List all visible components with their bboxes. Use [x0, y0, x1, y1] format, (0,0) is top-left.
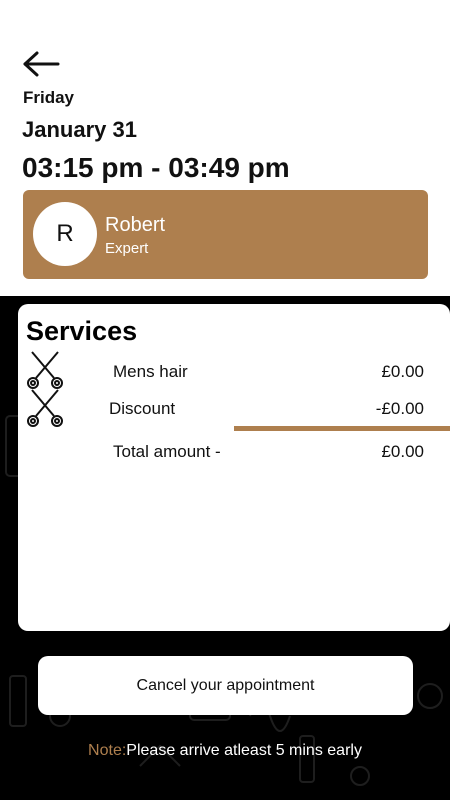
back-button[interactable]: [22, 50, 62, 78]
services-title: Services: [26, 316, 138, 346]
stylist-name: Robert: [105, 214, 166, 236]
discount-value: -£0.00: [375, 399, 424, 418]
discount-label: Discount: [109, 399, 176, 418]
note: Note:Please arrive atleast 5 mins early: [0, 742, 450, 760]
note-text: Please arrive atleast 5 mins early: [126, 742, 362, 759]
total-label: Total amount -: [113, 442, 221, 461]
note-label: Note:: [88, 742, 127, 759]
stylist-role: Expert: [105, 240, 149, 257]
services-card: Services Mens hair £0.00 Discount -£0.00…: [18, 304, 450, 631]
scissors-icon: [27, 389, 63, 427]
total-divider: [234, 426, 450, 431]
appointment-header: Friday January 31 03:15 pm - 03:49 pm R …: [0, 0, 450, 296]
scissors-icon: [27, 351, 63, 389]
arrow-left-icon: [23, 51, 60, 77]
total-value: £0.00: [381, 442, 424, 461]
cancel-appointment-button[interactable]: Cancel your appointment: [38, 656, 413, 715]
avatar: R: [33, 202, 97, 266]
appointment-time-range: 03:15 pm - 03:49 pm: [22, 152, 290, 183]
stylist-card[interactable]: R Robert Expert: [23, 190, 428, 279]
appointment-day: Friday: [23, 88, 75, 107]
service-item-price: £0.00: [381, 362, 424, 381]
appointment-date: January 31: [22, 117, 137, 142]
service-item-label: Mens hair: [113, 362, 188, 381]
